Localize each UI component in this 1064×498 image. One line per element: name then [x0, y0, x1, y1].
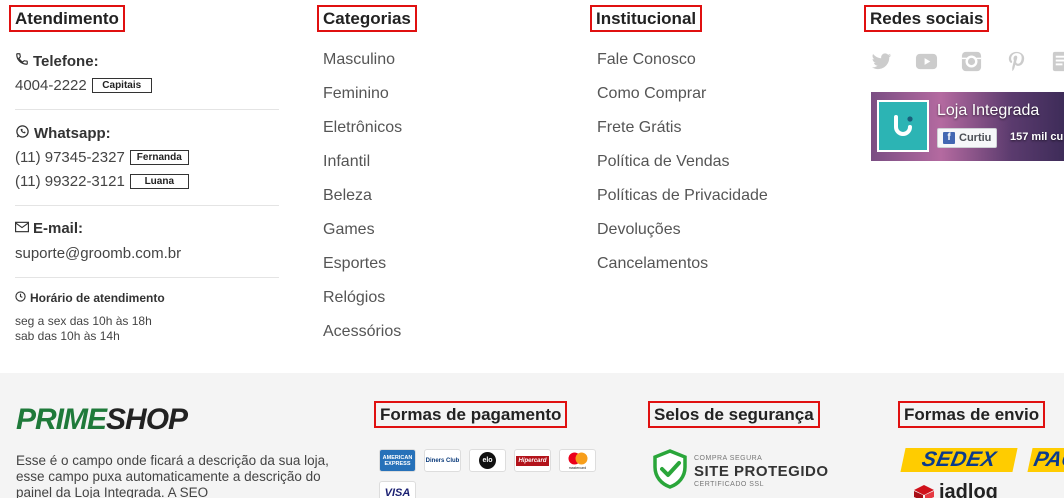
telefone-line: 4004-2222 Capitais [15, 77, 152, 94]
whatsapp-badge: Luana [129, 174, 189, 189]
category-link[interactable]: Esportes [323, 255, 386, 273]
telefone-number[interactable]: 4004-2222 [15, 77, 87, 94]
category-link[interactable]: Relógios [323, 289, 385, 307]
categorias-heading: Categorias [317, 5, 417, 32]
institucional-link[interactable]: Fale Conosco [597, 51, 696, 69]
horario-line: sab das 10h às 14h [15, 329, 120, 343]
social-icons [870, 50, 1064, 73]
email-label-row: E-mail: [15, 220, 83, 237]
whatsapp-number[interactable]: (11) 99322-3121 [15, 173, 125, 190]
diners-club-icon: Diners Club [424, 449, 461, 472]
telefone-label: Telefone: [33, 52, 99, 70]
telefone-badge: Capitais [91, 78, 152, 93]
jadlog-logo: jadlog [913, 481, 998, 498]
pinterest-icon[interactable] [1005, 50, 1028, 73]
redes-sociais-heading: Redes sociais [864, 5, 990, 32]
category-link[interactable]: Masculino [323, 51, 395, 69]
facebook-page-widget[interactable]: Loja Integrada f Curtiu 157 mil cu [871, 92, 1064, 161]
primeshop-logo[interactable]: PRIMESHOP [16, 400, 188, 440]
institucional-heading: Institucional [590, 5, 703, 32]
pac-logo: PAC [1027, 448, 1064, 472]
horario-label: Horário de atendimento [30, 291, 165, 305]
category-link[interactable]: Acessórios [323, 323, 401, 341]
whatsapp-label: Whatsapp: [34, 125, 111, 142]
instagram-icon[interactable] [960, 50, 983, 73]
institucional-link[interactable]: Política de Vendas [597, 153, 730, 171]
email-label: E-mail: [33, 220, 84, 237]
institucional-link[interactable]: Devoluções [597, 221, 681, 239]
atendimento-heading: Atendimento [9, 5, 125, 32]
category-link[interactable]: Infantil [323, 153, 370, 171]
separator [15, 109, 279, 110]
facebook-like-count: 157 mil cu [1010, 131, 1064, 143]
email-address[interactable]: suporte@groomb.com.br [15, 245, 181, 262]
whatsapp-number[interactable]: (11) 97345-2327 [15, 149, 125, 166]
institucional-link[interactable]: Como Comprar [597, 85, 706, 103]
category-link[interactable]: Games [323, 221, 375, 239]
whatsapp-line: (11) 97345-2327 Fernanda [15, 149, 189, 166]
facebook-page-name[interactable]: Loja Integrada [937, 102, 1039, 120]
facebook-icon: f [943, 132, 955, 144]
whatsapp-line: (11) 99322-3121 Luana [15, 173, 189, 190]
whatsapp-icon [15, 124, 30, 143]
blog-icon[interactable] [1050, 50, 1064, 73]
visa-icon: VISA [379, 481, 416, 498]
email-line: suporte@groomb.com.br [15, 245, 181, 262]
footer-bottom: PRIMESHOP Esse é o campo onde ficará a d… [0, 373, 1064, 498]
horario-label-row: Horário de atendimento [15, 291, 165, 305]
horario-line: seg a sex das 10h às 18h [15, 314, 152, 328]
institucional-link[interactable]: Cancelamentos [597, 255, 708, 273]
twitter-icon[interactable] [870, 50, 893, 73]
loja-integrada-logo [877, 100, 929, 152]
envelope-icon [15, 220, 29, 237]
youtube-icon[interactable] [915, 50, 938, 73]
seguranca-heading: Selos de segurança [648, 401, 820, 428]
whatsapp-label-row: Whatsapp: [15, 124, 111, 143]
category-link[interactable]: Eletrônicos [323, 119, 402, 137]
site-protegido-seal[interactable]: COMPRA SEGURA SITE PROTEGIDO CERTIFICADO… [652, 449, 829, 494]
category-link[interactable]: Beleza [323, 187, 372, 205]
amex-icon: AMERICAN EXPRESS [379, 449, 416, 472]
separator [15, 277, 279, 278]
whatsapp-badge: Fernanda [129, 150, 189, 165]
store-description: Esse é o campo onde ficará a descrição d… [16, 453, 329, 498]
mastercard-icon: mastercard [559, 449, 596, 472]
elo-icon: elo [469, 449, 506, 472]
phone-icon [15, 52, 29, 70]
seal-line1: COMPRA SEGURA [694, 455, 763, 462]
sedex-logo: SEDEX [900, 448, 1018, 472]
institucional-link[interactable]: Frete Grátis [597, 119, 681, 137]
pagamento-heading: Formas de pagamento [374, 401, 568, 428]
hipercard-icon: Hipercard [514, 449, 551, 472]
seal-line3: CERTIFICADO SSL [694, 481, 764, 488]
clock-icon [15, 291, 26, 305]
separator [15, 205, 279, 206]
category-link[interactable]: Feminino [323, 85, 389, 103]
facebook-like-button[interactable]: f Curtiu [937, 128, 998, 148]
institucional-link[interactable]: Políticas de Privacidade [597, 187, 768, 205]
jadlog-box-icon [914, 484, 934, 498]
shield-check-icon [652, 449, 688, 494]
footer-top: Atendimento Telefone: 4004-2222 Capitais… [0, 0, 1064, 373]
envio-heading: Formas de envio [898, 401, 1046, 428]
telefone-label-row: Telefone: [15, 52, 99, 70]
facebook-like-label: Curtiu [959, 132, 992, 144]
seal-line2: SITE PROTEGIDO [694, 463, 829, 480]
